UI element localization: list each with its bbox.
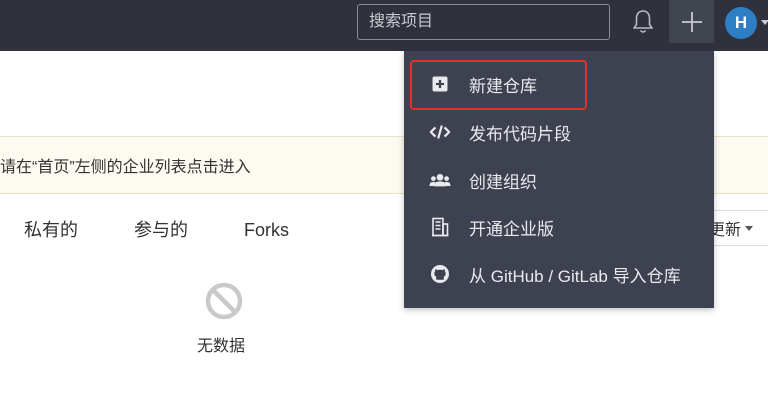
plus-square-icon [429, 74, 451, 94]
user-avatar[interactable]: H [725, 7, 757, 39]
menu-item-label: 新建仓库 [469, 76, 537, 96]
menu-item-label: 创建组织 [469, 172, 537, 192]
github-icon [429, 264, 451, 284]
empty-state-text: 无数据 [197, 338, 246, 355]
menu-item-import-repository[interactable]: 从 GitHub / GitLab 导入仓库 [404, 251, 714, 297]
plus-icon [681, 11, 702, 32]
menu-item-label: 开通企业版 [469, 219, 554, 239]
building-icon [429, 217, 451, 237]
chevron-down-icon[interactable] [761, 20, 768, 25]
notifications-button[interactable] [628, 6, 658, 38]
menu-item-label: 从 GitHub / GitLab 导入仓库 [469, 266, 681, 286]
search-input[interactable] [369, 5, 609, 39]
users-icon [429, 170, 451, 190]
menu-item-enterprise[interactable]: 开通企业版 [404, 204, 714, 250]
tab-participated[interactable]: 参与的 [134, 214, 188, 246]
no-data-icon [205, 282, 243, 320]
bell-icon [633, 10, 653, 33]
menu-item-create-organization[interactable]: 创建组织 [404, 157, 714, 203]
page: H 请在“首页”左侧的企业列表点击进入 私有的 参与的 Forks 更新 无数据 [0, 0, 768, 417]
search-box[interactable] [357, 4, 610, 40]
menu-item-publish-snippet[interactable]: 发布代码片段 [404, 109, 714, 155]
notice-text: 请在“首页”左侧的企业列表点击进入 [0, 159, 251, 176]
menu-item-label: 发布代码片段 [469, 124, 571, 144]
top-navigation-bar: H [0, 0, 768, 51]
tab-private[interactable]: 私有的 [24, 214, 78, 246]
tab-forks[interactable]: Forks [244, 214, 289, 246]
create-new-button[interactable] [669, 0, 714, 43]
create-dropdown-menu: 新建仓库 发布代码片段 创建组织 开通企业版 从 GitHub / GitLab… [404, 51, 714, 308]
code-icon [429, 122, 451, 142]
chevron-down-icon [745, 225, 754, 231]
menu-item-new-repository[interactable]: 新建仓库 [404, 61, 714, 107]
